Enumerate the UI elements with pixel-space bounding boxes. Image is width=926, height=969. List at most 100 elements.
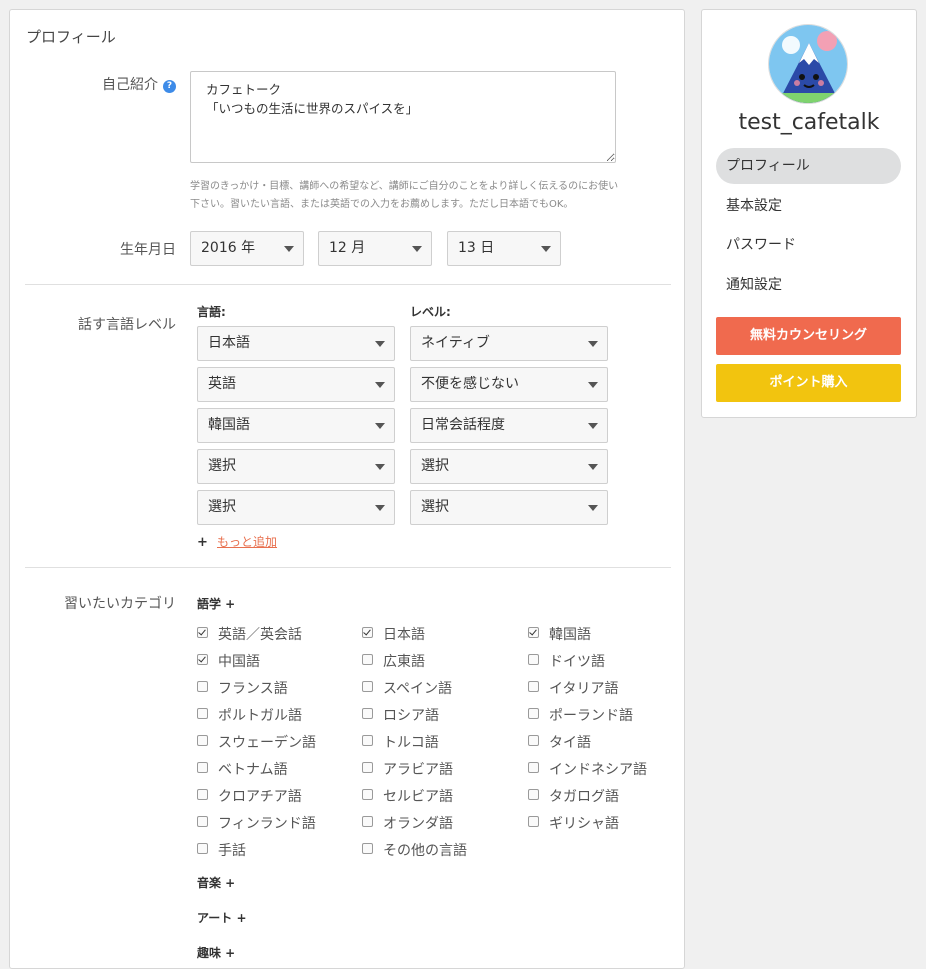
- buy-points-button[interactable]: ポイント購入: [716, 364, 901, 402]
- category-checkbox-item[interactable]: タガログ語: [528, 786, 619, 806]
- category-checkbox-item[interactable]: ロシア語: [362, 705, 439, 725]
- checkbox[interactable]: [197, 735, 208, 746]
- category-checkbox-item[interactable]: ギリシャ語: [528, 813, 619, 833]
- category-name: タガログ語: [549, 789, 619, 805]
- bio-textarea[interactable]: [190, 71, 616, 163]
- add-more-link[interactable]: もっと追加: [217, 535, 277, 549]
- category-checkbox-item[interactable]: スウェーデン語: [197, 732, 316, 752]
- category-checkbox-item[interactable]: 中国語: [197, 651, 260, 671]
- checkbox[interactable]: [528, 789, 539, 800]
- avatar-image: [769, 25, 847, 103]
- category-group-next[interactable]: 趣味 +: [197, 944, 235, 961]
- category-checkbox-item[interactable]: セルビア語: [362, 786, 453, 806]
- checkbox[interactable]: [528, 762, 539, 773]
- category-checkbox-item[interactable]: スペイン語: [362, 678, 452, 698]
- category-group-art[interactable]: アート +: [197, 909, 247, 926]
- checkbox[interactable]: [528, 708, 539, 719]
- language-select-4[interactable]: 選択: [197, 449, 395, 484]
- sidebar-item-basic-settings[interactable]: 基本設定: [716, 188, 901, 224]
- category-checkbox-item[interactable]: 日本語: [362, 624, 425, 644]
- page-title: プロフィール: [26, 28, 116, 46]
- language-select-3[interactable]: 韓国語: [197, 408, 395, 443]
- checkbox[interactable]: [197, 816, 208, 827]
- category-checkbox-item[interactable]: ベトナム語: [197, 759, 288, 779]
- category-checkbox-item[interactable]: アラビア語: [362, 759, 453, 779]
- languages-label: 話す言語レベル: [78, 317, 176, 333]
- language-select-5[interactable]: 選択: [197, 490, 395, 525]
- category-checkbox-item[interactable]: 英語／英会話: [197, 624, 302, 644]
- checkbox[interactable]: [362, 654, 373, 665]
- level-select-4[interactable]: 選択: [410, 449, 608, 484]
- birth-year-value: 2016 年: [201, 240, 256, 256]
- checkbox[interactable]: [197, 654, 208, 665]
- category-checkbox-item[interactable]: 手話: [197, 840, 246, 860]
- checkbox[interactable]: [528, 654, 539, 665]
- checkbox[interactable]: [362, 681, 373, 692]
- language-select-2[interactable]: 英語: [197, 367, 395, 402]
- chevron-down-icon: [588, 464, 598, 470]
- free-counseling-button[interactable]: 無料カウンセリング: [716, 317, 901, 355]
- birth-year-select[interactable]: 2016 年: [190, 231, 304, 266]
- category-checkbox-item[interactable]: 韓国語: [528, 624, 591, 644]
- category-checkbox-item[interactable]: クロアチア語: [197, 786, 302, 806]
- checkbox[interactable]: [197, 627, 208, 638]
- birth-day-value: 13 日: [458, 240, 495, 256]
- category-checkbox-item[interactable]: タイ語: [528, 732, 591, 752]
- checkbox[interactable]: [362, 708, 373, 719]
- checkbox[interactable]: [197, 789, 208, 800]
- chevron-down-icon: [588, 341, 598, 347]
- sidebar-item-password[interactable]: パスワード: [716, 227, 901, 263]
- level-select-1[interactable]: ネイティブ: [410, 326, 608, 361]
- category-name: オランダ語: [383, 816, 453, 832]
- checkbox[interactable]: [197, 681, 208, 692]
- level-select-5[interactable]: 選択: [410, 490, 608, 525]
- sidebar-item-profile[interactable]: プロフィール: [716, 148, 901, 184]
- category-checkbox-item[interactable]: ポーランド語: [528, 705, 633, 725]
- category-checkbox-item[interactable]: イタリア語: [528, 678, 618, 698]
- level-select-2[interactable]: 不便を感じない: [410, 367, 608, 402]
- category-checkbox-item[interactable]: フランス語: [197, 678, 288, 698]
- language-select-1[interactable]: 日本語: [197, 326, 395, 361]
- sidebar-item-notifications[interactable]: 通知設定: [716, 267, 901, 303]
- checkbox[interactable]: [362, 627, 373, 638]
- checkbox[interactable]: [362, 735, 373, 746]
- category-checkbox-item[interactable]: トルコ語: [362, 732, 439, 752]
- chevron-down-icon: [375, 464, 385, 470]
- help-icon[interactable]: ?: [163, 80, 176, 93]
- profile-form-card: プロフィール 自己紹介? 学習のきっかけ・目標、講師への希望など、講師にご自分の…: [9, 9, 685, 969]
- category-checkbox-item[interactable]: ドイツ語: [528, 651, 605, 671]
- category-checkbox-item[interactable]: オランダ語: [362, 813, 453, 833]
- checkbox[interactable]: [197, 708, 208, 719]
- category-name: ポルトガル語: [218, 708, 302, 724]
- avatar[interactable]: [768, 24, 848, 104]
- category-name: フランス語: [218, 681, 288, 697]
- checkbox[interactable]: [197, 843, 208, 854]
- category-group-music[interactable]: 音楽 +: [197, 874, 235, 891]
- checkbox[interactable]: [362, 816, 373, 827]
- chevron-down-icon: [588, 505, 598, 511]
- checkbox[interactable]: [528, 627, 539, 638]
- category-name: 日本語: [383, 627, 425, 643]
- category-checkbox-item[interactable]: フィンランド語: [197, 813, 316, 833]
- checkbox[interactable]: [528, 735, 539, 746]
- category-name: その他の言語: [383, 843, 467, 859]
- category-name: クロアチア語: [218, 789, 302, 805]
- plus-icon: +: [197, 535, 208, 550]
- category-checkbox-item[interactable]: ポルトガル語: [197, 705, 302, 725]
- checkbox[interactable]: [362, 843, 373, 854]
- checkbox[interactable]: [528, 681, 539, 692]
- checkbox[interactable]: [528, 816, 539, 827]
- birth-month-select[interactable]: 12 月: [318, 231, 432, 266]
- checkbox[interactable]: [197, 762, 208, 773]
- chevron-down-icon: [375, 423, 385, 429]
- category-checkbox-item[interactable]: 広東語: [362, 651, 425, 671]
- category-group-language[interactable]: 語学 +: [197, 595, 235, 612]
- category-checkbox-item[interactable]: その他の言語: [362, 840, 467, 860]
- section-divider: [25, 567, 671, 568]
- checkbox[interactable]: [362, 789, 373, 800]
- level-select-3[interactable]: 日常会話程度: [410, 408, 608, 443]
- category-checkbox-item[interactable]: インドネシア語: [528, 759, 647, 779]
- birth-day-select[interactable]: 13 日: [447, 231, 561, 266]
- chevron-down-icon: [412, 246, 422, 252]
- checkbox[interactable]: [362, 762, 373, 773]
